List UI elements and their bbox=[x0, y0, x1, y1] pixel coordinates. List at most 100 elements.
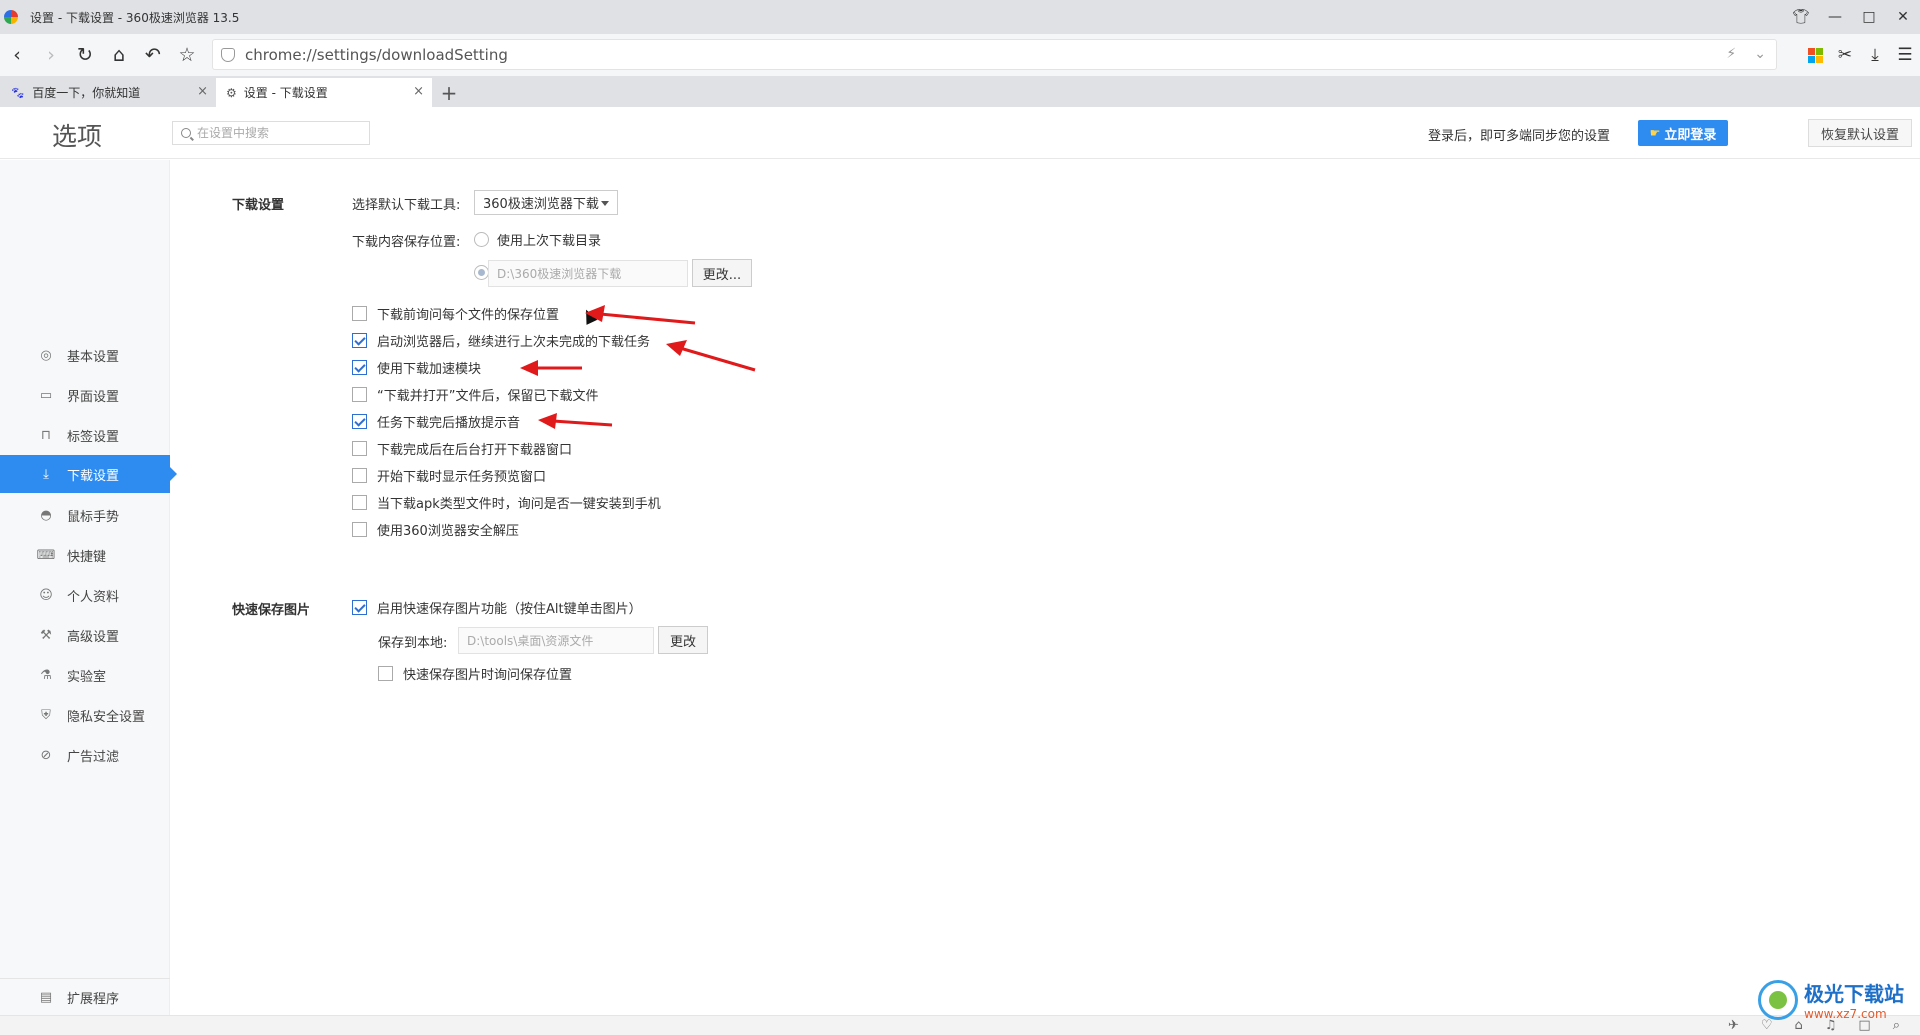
screenshot-scissors-icon[interactable]: ✂︎ bbox=[1830, 38, 1860, 72]
checkbox[interactable] bbox=[352, 305, 367, 321]
sidebar-item-label: 隐私安全设置 bbox=[67, 709, 146, 725]
watermark-url: www.xz7.com bbox=[1804, 1007, 1887, 1021]
sidebar-item-lab[interactable]: ⚗︎ 实验室 bbox=[0, 656, 170, 694]
option-label: 使用360浏览器安全解压 bbox=[377, 523, 519, 539]
annotation-arrow bbox=[666, 340, 756, 372]
sidebar-item-adblock[interactable]: ⊘ 广告过滤 bbox=[0, 736, 170, 774]
home-button[interactable]: ⌂ bbox=[102, 38, 136, 72]
forward-button[interactable]: › bbox=[34, 38, 68, 72]
dropdown-chevron-icon[interactable]: ⌄ bbox=[1754, 46, 1766, 62]
skin-icon[interactable]: 👕︎ bbox=[1784, 0, 1818, 34]
quick-save-change-button[interactable]: 更改 bbox=[658, 626, 708, 654]
mouse-cursor-icon bbox=[580, 307, 598, 325]
sidebar-item-download[interactable]: ⤓ 下载设置 bbox=[0, 455, 177, 493]
use-last-dir-radio[interactable] bbox=[474, 232, 489, 247]
tab-icon: ⊓ bbox=[40, 427, 52, 443]
maximize-button[interactable]: □ bbox=[1852, 0, 1886, 34]
extension-icon: ▤ bbox=[39, 989, 53, 1005]
close-window-button[interactable]: ✕ bbox=[1886, 0, 1920, 34]
sidebar-item-advanced[interactable]: ⚒︎ 高级设置 bbox=[0, 616, 170, 654]
sidebar-item-shortcuts[interactable]: ⌨︎ 快捷键 bbox=[0, 536, 170, 574]
checkbox[interactable] bbox=[352, 521, 367, 537]
option-play-sound[interactable]: 任务下载完后播放提示音 bbox=[352, 411, 520, 431]
apps-icon[interactable] bbox=[1800, 38, 1830, 72]
address-bar[interactable]: chrome://settings/downloadSetting ⚡︎ ⌄ bbox=[212, 39, 1777, 70]
bookmark-star-icon[interactable]: ☆ bbox=[170, 38, 204, 72]
tab-strip: 🐾︎ 百度一下，你就知道 × ⚙︎ 设置 - 下载设置 × + bbox=[0, 76, 1920, 107]
sidebar-item-tabs[interactable]: ⊓ 标签设置 bbox=[0, 416, 170, 454]
checkbox[interactable] bbox=[352, 386, 367, 402]
checkbox[interactable] bbox=[352, 440, 367, 456]
sidebar-item-profile[interactable]: ☺︎ 个人资料 bbox=[0, 576, 170, 614]
sidebar-item-privacy[interactable]: ⛨︎ 隐私安全设置 bbox=[0, 696, 170, 734]
settings-circle-icon: ◎ bbox=[40, 347, 52, 363]
flask-icon: ⚗︎ bbox=[40, 667, 52, 683]
quick-save-section-title: 快速保存图片 bbox=[232, 603, 311, 618]
speed-mode-icon[interactable]: ⚡︎ bbox=[1726, 46, 1736, 62]
change-path-button[interactable]: 更改... bbox=[692, 259, 752, 287]
close-tab-icon[interactable]: × bbox=[197, 84, 208, 99]
download-icon[interactable]: ⤓ bbox=[1860, 38, 1890, 72]
option-resume-downloads[interactable]: 启动浏览器后，继续进行上次未完成的下载任务 bbox=[352, 330, 650, 350]
chevron-down-icon bbox=[601, 201, 609, 206]
sidebar-item-label: 界面设置 bbox=[67, 389, 120, 405]
checkbox[interactable] bbox=[352, 332, 367, 348]
sidebar-item-label: 广告过滤 bbox=[67, 749, 120, 765]
undo-close-button[interactable]: ↶ bbox=[136, 38, 170, 72]
annotation-arrow bbox=[520, 360, 582, 376]
login-button[interactable]: ☛ 立即登录 bbox=[1638, 120, 1728, 146]
option-open-downloader[interactable]: 下载完成后在后台打开下载器窗口 bbox=[352, 438, 572, 458]
navigation-toolbar: ‹ › ↻ ⌂ ↶ ☆ chrome://settings/downloadSe… bbox=[0, 34, 1920, 76]
option-apk-install[interactable]: 当下载apk类型文件时，询问是否一键安装到手机 bbox=[352, 492, 661, 512]
sidebar-item-mouse-gesture[interactable]: ◓ 鼠标手势 bbox=[0, 496, 170, 534]
security-shield-icon bbox=[221, 47, 235, 62]
download-arrow-icon: ⤓ bbox=[43, 466, 49, 482]
custom-dir-radio[interactable] bbox=[474, 265, 489, 280]
settings-search[interactable] bbox=[172, 121, 370, 145]
watermark-logo-icon bbox=[1758, 979, 1798, 1020]
minimize-button[interactable]: — bbox=[1818, 0, 1852, 34]
tab-label: 设置 - 下载设置 bbox=[243, 86, 328, 100]
checkbox[interactable] bbox=[352, 413, 367, 429]
option-keep-downloaded[interactable]: “下载并打开”文件后，保留已下载文件 bbox=[352, 384, 598, 404]
rocket-icon[interactable]: ✈︎ bbox=[1728, 1018, 1739, 1033]
new-tab-button[interactable]: + bbox=[432, 78, 466, 107]
checkbox[interactable] bbox=[352, 599, 367, 615]
sidebar-item-label: 实验室 bbox=[67, 669, 107, 685]
option-quick-save[interactable]: 启用快速保存图片功能（按住Alt键单击图片） bbox=[352, 597, 642, 617]
tab-settings[interactable]: ⚙︎ 设置 - 下载设置 × bbox=[216, 78, 432, 107]
download-path-field[interactable]: D:\360极速浏览器下载 bbox=[488, 260, 688, 287]
option-quick-save-ask[interactable]: 快速保存图片时询问保存位置 bbox=[378, 663, 572, 683]
user-icon: ☺︎ bbox=[39, 587, 53, 603]
sidebar-item-interface[interactable]: ▭ 界面设置 bbox=[0, 376, 170, 414]
quick-save-path-field[interactable]: D:\tools\桌面\资源文件 bbox=[458, 627, 654, 654]
option-label: “下载并打开”文件后，保留已下载文件 bbox=[377, 388, 599, 404]
tab-baidu[interactable]: 🐾︎ 百度一下，你就知道 × bbox=[0, 78, 216, 107]
checkbox[interactable] bbox=[352, 359, 367, 375]
back-button[interactable]: ‹ bbox=[0, 38, 34, 72]
sidebar-item-basic[interactable]: ◎ 基本设置 bbox=[0, 336, 170, 374]
sidebar-item-label: 快捷键 bbox=[67, 549, 107, 565]
search-input[interactable] bbox=[197, 126, 367, 140]
option-safe-unzip[interactable]: 使用360浏览器安全解压 bbox=[352, 519, 519, 539]
option-ask-location[interactable]: 下载前询问每个文件的保存位置 bbox=[352, 303, 559, 323]
option-label: 下载完成后在后台打开下载器窗口 bbox=[377, 442, 573, 458]
window-title: 设置 - 下载设置 - 360极速浏览器 13.5 bbox=[30, 10, 240, 25]
sidebar-item-label: 个人资料 bbox=[67, 589, 120, 605]
close-tab-icon[interactable]: × bbox=[413, 84, 424, 99]
checkbox[interactable] bbox=[378, 665, 393, 681]
reload-button[interactable]: ↻ bbox=[68, 38, 102, 72]
option-acceleration[interactable]: 使用下载加速模块 bbox=[352, 357, 481, 377]
menu-icon[interactable]: ☰ bbox=[1890, 38, 1920, 72]
settings-header: 选项 登录后，即可多端同步您的设置 ☛ 立即登录 恢复默认设置 bbox=[0, 107, 1920, 159]
url-text[interactable]: chrome://settings/downloadSetting bbox=[245, 46, 508, 64]
checkbox[interactable] bbox=[352, 467, 367, 483]
wrench-icon: ⚒︎ bbox=[40, 627, 52, 643]
download-tool-select[interactable]: 360极速浏览器下载 bbox=[474, 190, 618, 215]
restore-defaults-button[interactable]: 恢复默认设置 bbox=[1808, 119, 1912, 147]
option-preview-window[interactable]: 开始下载时显示任务预览窗口 bbox=[352, 465, 546, 485]
sidebar-item-extensions[interactable]: ▤ 扩展程序 bbox=[0, 978, 170, 1015]
checkbox[interactable] bbox=[352, 494, 367, 510]
title-bar: 设置 - 下载设置 - 360极速浏览器 13.5 👕︎ — □ ✕ bbox=[0, 0, 1920, 34]
use-last-dir-label: 使用上次下载目录 bbox=[497, 234, 602, 249]
